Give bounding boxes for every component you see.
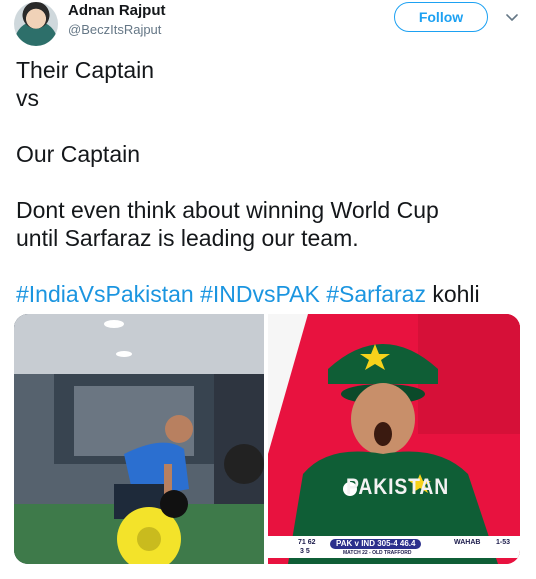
- hashtag-link[interactable]: #IndiaVsPakistan: [16, 281, 194, 307]
- trailing-word: kohli: [432, 281, 480, 307]
- hashtag-link[interactable]: #Sarfaraz: [326, 281, 426, 307]
- scoreboard-left-sub: 3 5: [300, 548, 310, 555]
- tweet-line: Our Captain: [16, 141, 141, 167]
- tweet-line: vs: [16, 85, 39, 111]
- scoreboard-main: PAK v IND 305-4 46.4: [330, 539, 422, 549]
- tweet-text: Their Captain vs Our Captain Dont even t…: [16, 56, 526, 308]
- scoreboard-left-figures: 71 62: [298, 539, 316, 546]
- author-handle[interactable]: @BeczItsRajput: [68, 22, 161, 37]
- media-photo-left[interactable]: [14, 314, 264, 564]
- hashtag-link[interactable]: #INDvsPAK: [200, 281, 320, 307]
- scoreboard-overs: 46.4: [399, 539, 416, 548]
- tweet-line: until Sarfaraz is leading our team.: [16, 225, 359, 251]
- scoreboard-bowler-figures: 1-53: [496, 539, 511, 546]
- jersey-text: PAKISTAN: [346, 474, 450, 499]
- tweet-line: Their Captain: [16, 57, 155, 83]
- author-avatar[interactable]: [14, 2, 58, 46]
- player-illustration: [268, 314, 520, 564]
- follow-button[interactable]: Follow: [394, 2, 488, 32]
- chevron-down-icon[interactable]: [505, 10, 519, 24]
- scoreboard-match-info: MATCH 22 - OLD TRAFFORD: [343, 550, 412, 556]
- hashtag-line: #IndiaVsPakistan #INDvsPAK #Sarfaraz koh…: [16, 280, 526, 308]
- tv-scoreboard: 71 62 3 5 PAK v IND 305-4 46.4 MATCH 22 …: [268, 536, 520, 558]
- tweet-line: Dont even think about winning World Cup: [16, 197, 439, 223]
- scoreboard-bowler: WAHAB: [454, 539, 481, 546]
- author-name[interactable]: Adnan Rajput: [68, 2, 166, 19]
- media-photo-right[interactable]: PAKISTAN 71 62 3 5 PAK v IND 305-4 46.4 …: [268, 314, 520, 564]
- scoreboard-score: 305-4: [377, 539, 398, 548]
- scoreboard-teams: PAK v IND: [336, 539, 375, 548]
- gym-scene-illustration: [14, 314, 264, 564]
